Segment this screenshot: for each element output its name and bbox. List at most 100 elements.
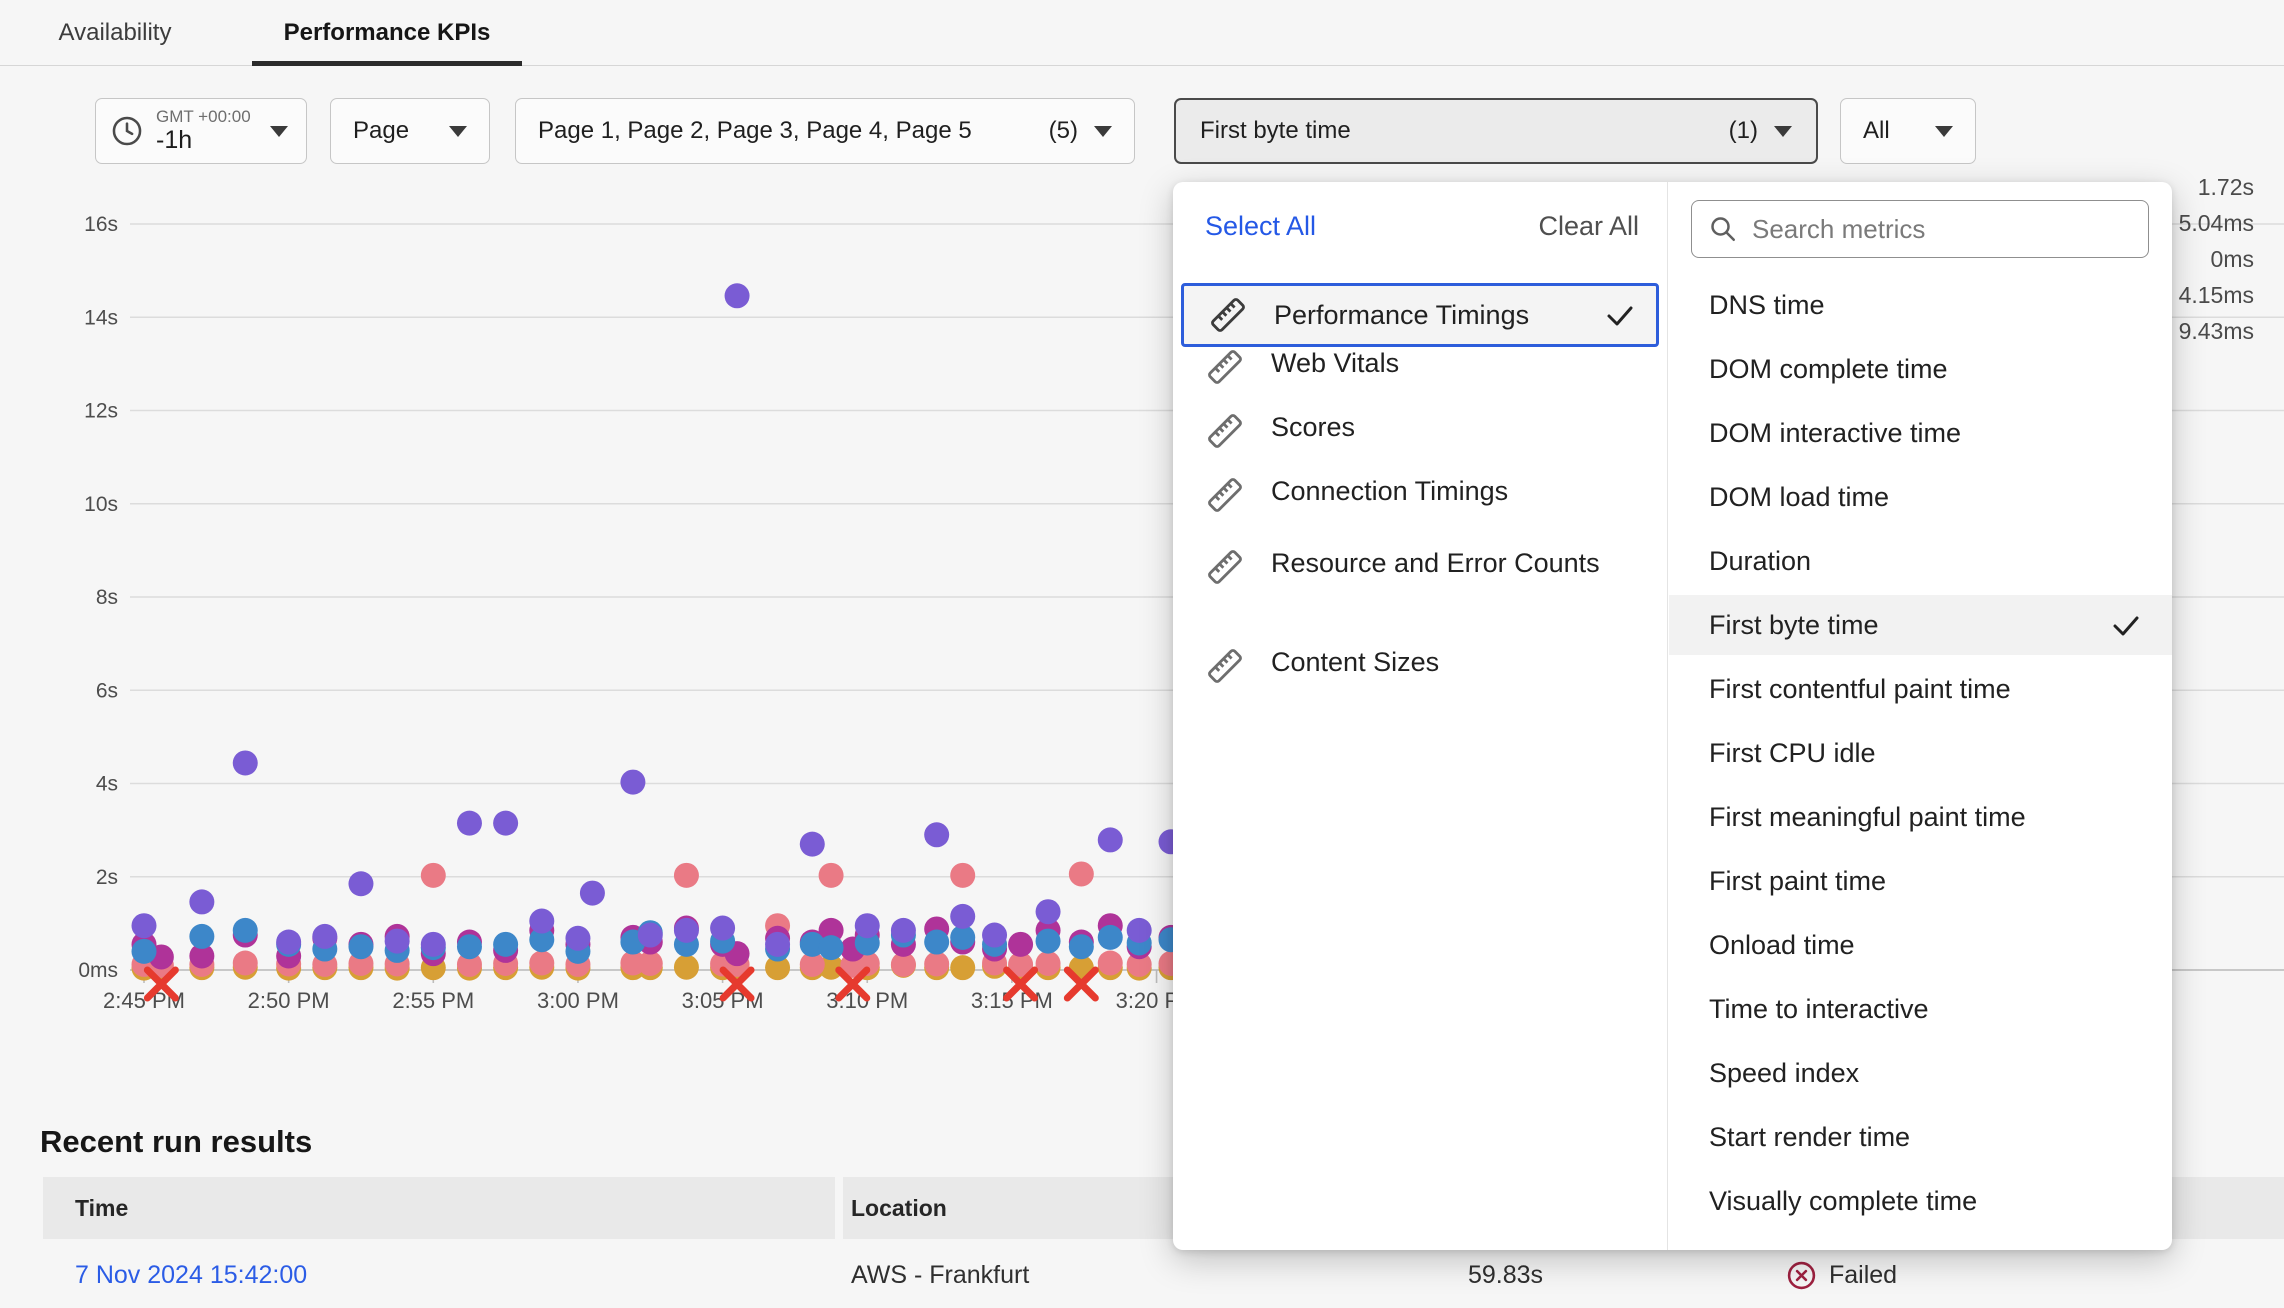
- metric-label: Time to interactive: [1709, 994, 2142, 1025]
- page-type-label: Page: [353, 117, 409, 145]
- category-item-content-sizes[interactable]: Content Sizes: [1181, 646, 1659, 710]
- metric-item-first-meaningful-paint-time[interactable]: First meaningful paint time: [1669, 787, 2172, 847]
- metric-item-speed-index[interactable]: Speed index: [1669, 1043, 2172, 1103]
- ruler-icon: [1205, 475, 1245, 515]
- metric-filter-count: (1): [1729, 117, 1758, 145]
- svg-text:2s: 2s: [96, 866, 118, 889]
- metric-item-duration[interactable]: Duration: [1669, 531, 2172, 591]
- chevron-down-icon: [270, 126, 288, 137]
- metric-label: DOM complete time: [1709, 354, 2142, 385]
- svg-text:3:00 PM: 3:00 PM: [537, 988, 619, 1013]
- metric-filter-value: First byte time: [1200, 117, 1713, 145]
- search-input[interactable]: [1738, 214, 2134, 245]
- check-icon: [2110, 609, 2142, 641]
- failed-icon: [1786, 1260, 1817, 1291]
- ruler-icon: [1208, 295, 1248, 335]
- metric-item-first-cpu-idle[interactable]: First CPU idle: [1669, 723, 2172, 783]
- svg-text:16s: 16s: [84, 213, 118, 236]
- status-badge: Failed: [1829, 1261, 1897, 1290]
- page-type-dropdown[interactable]: Page: [330, 98, 490, 164]
- scope-filter-value: All: [1863, 117, 1890, 145]
- metric-label: DNS time: [1709, 290, 2142, 321]
- category-label: Scores: [1245, 411, 1639, 444]
- category-item-resource-and-error-counts[interactable]: Resource and Error Counts: [1181, 539, 1659, 635]
- metric-label: First contentful paint time: [1709, 674, 2142, 705]
- metric-label: Onload time: [1709, 930, 2142, 961]
- run-location-cell: AWS - Frankfurt: [851, 1243, 1029, 1308]
- svg-text:10s: 10s: [84, 493, 118, 516]
- svg-text:0ms: 0ms: [78, 959, 118, 982]
- ruler-icon: [1205, 347, 1245, 387]
- category-item-connection-timings[interactable]: Connection Timings: [1181, 475, 1659, 539]
- tab-bar: Availability Performance KPIs: [0, 0, 2284, 66]
- metric-item-dom-load-time[interactable]: DOM load time: [1669, 467, 2172, 527]
- svg-text:6s: 6s: [96, 679, 118, 702]
- latest-value: 0ms: [2179, 241, 2254, 277]
- category-pane-header: Select All Clear All: [1205, 208, 1639, 244]
- table-header-time[interactable]: Time: [43, 1177, 835, 1239]
- metric-item-dns-time[interactable]: DNS time: [1669, 275, 2172, 335]
- svg-text:4s: 4s: [96, 773, 118, 796]
- ruler-icon: [1205, 646, 1245, 686]
- svg-text:14s: 14s: [84, 306, 118, 329]
- pages-filter-dropdown[interactable]: Page 1, Page 2, Page 3, Page 4, Page 5 (…: [515, 98, 1135, 164]
- metric-search-box: [1691, 200, 2149, 258]
- category-item-performance-timings[interactable]: Performance Timings: [1181, 283, 1659, 347]
- metric-list-pane: DNS time DOM complete time DOM interactive…: [1669, 182, 2172, 1250]
- ruler-icon: [1205, 547, 1245, 587]
- metric-label: DOM load time: [1709, 482, 2142, 513]
- recent-run-results-title: Recent run results: [40, 1124, 312, 1160]
- latest-value: 5.04ms: [2179, 205, 2254, 241]
- metric-filter-dropdown[interactable]: First byte time (1): [1174, 98, 1818, 164]
- scope-filter-dropdown[interactable]: All: [1840, 98, 1976, 164]
- svg-text:8s: 8s: [96, 586, 118, 609]
- metric-item-onload-time[interactable]: Onload time: [1669, 915, 2172, 975]
- metric-item-first-byte-time[interactable]: First byte time: [1669, 595, 2172, 655]
- pages-filter-count: (5): [1049, 117, 1078, 145]
- run-time-link[interactable]: 7 Nov 2024 15:42:00: [75, 1243, 307, 1308]
- category-label: Performance Timings: [1248, 299, 1604, 332]
- ruler-icon: [1205, 411, 1245, 451]
- latest-value: 1.72s: [2179, 169, 2254, 205]
- run-status-cell: Failed: [1786, 1243, 1897, 1308]
- metric-selector-popover: Select All Clear All Performance Timings…: [1173, 182, 2172, 1250]
- time-range-picker[interactable]: GMT +00:00 -1h: [95, 98, 307, 164]
- clock-icon: [110, 114, 144, 148]
- metric-item-first-paint-time[interactable]: First paint time: [1669, 851, 2172, 911]
- svg-text:2:50 PM: 2:50 PM: [248, 988, 330, 1013]
- category-item-web-vitals[interactable]: Web Vitals: [1181, 347, 1659, 411]
- chevron-down-icon: [1774, 126, 1792, 137]
- run-duration-cell: 59.83s: [1468, 1243, 1543, 1308]
- category-label: Content Sizes: [1245, 646, 1639, 679]
- category-item-scores[interactable]: Scores: [1181, 411, 1659, 475]
- chevron-down-icon: [1094, 126, 1112, 137]
- metric-label: Speed index: [1709, 1058, 2142, 1089]
- latest-value: 9.43ms: [2179, 313, 2254, 349]
- tab-availability[interactable]: Availability: [44, 0, 186, 66]
- category-label: Connection Timings: [1245, 475, 1639, 508]
- metric-label: Start render time: [1709, 1122, 2142, 1153]
- metric-item-dom-complete-time[interactable]: DOM complete time: [1669, 339, 2172, 399]
- time-range-value: -1h: [156, 127, 258, 155]
- metric-label: First CPU idle: [1709, 738, 2142, 769]
- metric-label: DOM interactive time: [1709, 418, 2142, 449]
- metric-label: First paint time: [1709, 866, 2142, 897]
- select-all-link[interactable]: Select All: [1205, 211, 1316, 242]
- metric-category-pane: Select All Clear All Performance Timings…: [1173, 182, 1668, 1250]
- metric-item-visually-complete-time[interactable]: Visually complete time: [1669, 1171, 2172, 1231]
- pages-filter-value: Page 1, Page 2, Page 3, Page 4, Page 5: [538, 117, 1033, 145]
- metric-item-dom-interactive-time[interactable]: DOM interactive time: [1669, 403, 2172, 463]
- metric-label: Visually complete time: [1709, 1186, 2142, 1217]
- clear-all-link[interactable]: Clear All: [1538, 211, 1639, 242]
- metric-item-start-render-time[interactable]: Start render time: [1669, 1107, 2172, 1167]
- tab-performance-kpis[interactable]: Performance KPIs: [252, 0, 522, 66]
- column-header-time: Time: [43, 1195, 128, 1222]
- category-label: Web Vitals: [1245, 347, 1639, 380]
- latest-value: 4.15ms: [2179, 277, 2254, 313]
- svg-text:12s: 12s: [84, 400, 118, 423]
- metric-item-first-contentful-paint-time[interactable]: First contentful paint time: [1669, 659, 2172, 719]
- timezone-label: GMT +00:00: [156, 107, 258, 127]
- metric-label: First meaningful paint time: [1709, 802, 2142, 833]
- search-icon: [1708, 214, 1738, 244]
- metric-item-time-to-interactive[interactable]: Time to interactive: [1669, 979, 2172, 1039]
